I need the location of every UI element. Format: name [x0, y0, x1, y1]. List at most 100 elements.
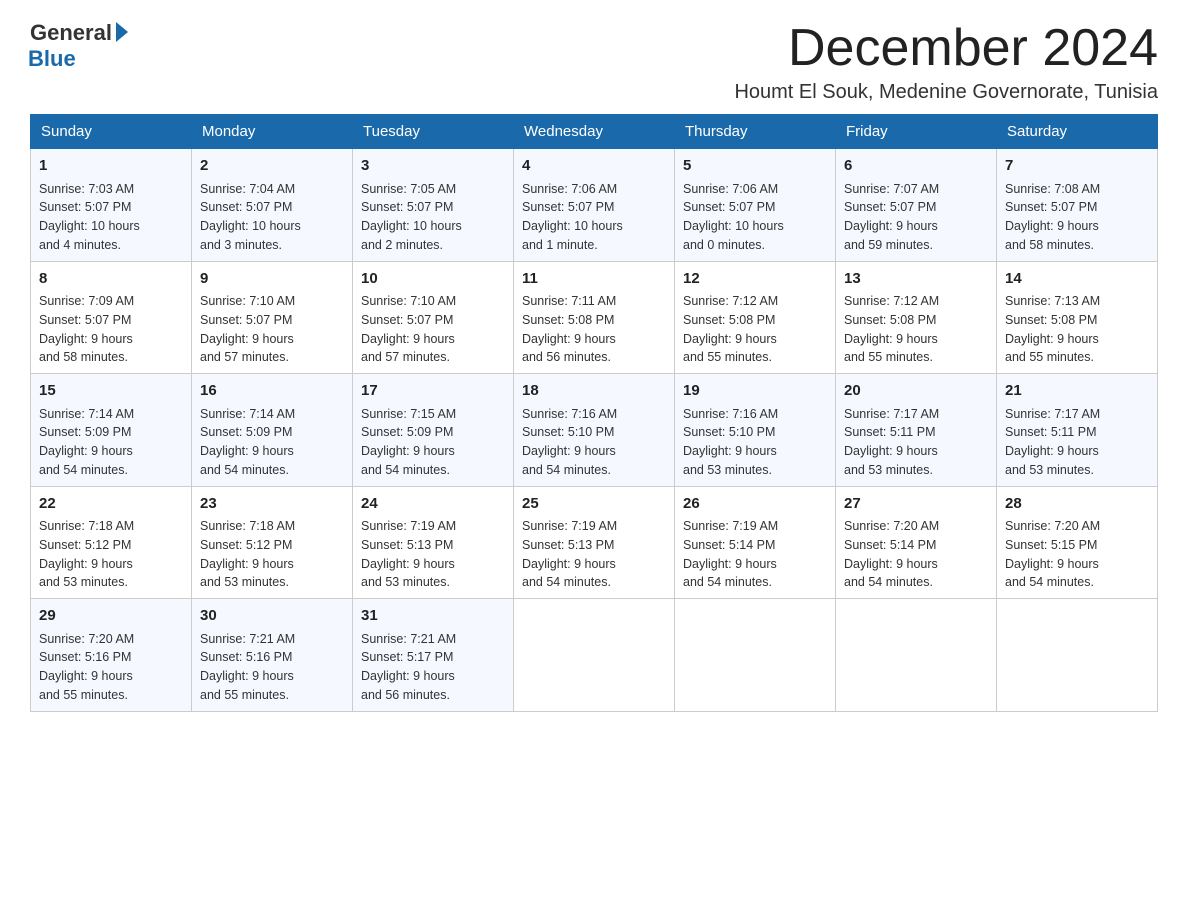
cell-info: Sunrise: 7:19 AM Sunset: 5:13 PM Dayligh…	[361, 517, 505, 592]
cell-info: Sunrise: 7:17 AM Sunset: 5:11 PM Dayligh…	[844, 405, 988, 480]
day-number: 18	[522, 380, 666, 403]
col-header-friday: Friday	[836, 115, 997, 149]
calendar-cell: 31Sunrise: 7:21 AM Sunset: 5:17 PM Dayli…	[353, 599, 514, 712]
calendar-cell: 15Sunrise: 7:14 AM Sunset: 5:09 PM Dayli…	[31, 374, 192, 487]
calendar-cell	[514, 599, 675, 712]
day-number: 6	[844, 155, 988, 178]
day-number: 9	[200, 268, 344, 291]
day-number: 22	[39, 493, 183, 516]
cell-info: Sunrise: 7:20 AM Sunset: 5:15 PM Dayligh…	[1005, 517, 1149, 592]
calendar-cell: 26Sunrise: 7:19 AM Sunset: 5:14 PM Dayli…	[675, 486, 836, 599]
cell-info: Sunrise: 7:20 AM Sunset: 5:16 PM Dayligh…	[39, 630, 183, 705]
logo-general-text: General	[30, 20, 112, 46]
calendar-cell: 10Sunrise: 7:10 AM Sunset: 5:07 PM Dayli…	[353, 261, 514, 374]
col-header-thursday: Thursday	[675, 115, 836, 149]
day-number: 5	[683, 155, 827, 178]
day-number: 30	[200, 605, 344, 628]
cell-info: Sunrise: 7:20 AM Sunset: 5:14 PM Dayligh…	[844, 517, 988, 592]
cell-info: Sunrise: 7:16 AM Sunset: 5:10 PM Dayligh…	[522, 405, 666, 480]
day-number: 31	[361, 605, 505, 628]
cell-info: Sunrise: 7:05 AM Sunset: 5:07 PM Dayligh…	[361, 180, 505, 255]
day-number: 15	[39, 380, 183, 403]
day-number: 10	[361, 268, 505, 291]
title-section: December 2024 Houmt El Souk, Medenine Go…	[734, 20, 1158, 104]
cell-info: Sunrise: 7:08 AM Sunset: 5:07 PM Dayligh…	[1005, 180, 1149, 255]
cell-info: Sunrise: 7:06 AM Sunset: 5:07 PM Dayligh…	[683, 180, 827, 255]
cell-info: Sunrise: 7:12 AM Sunset: 5:08 PM Dayligh…	[844, 292, 988, 367]
calendar-cell: 12Sunrise: 7:12 AM Sunset: 5:08 PM Dayli…	[675, 261, 836, 374]
calendar-cell: 4Sunrise: 7:06 AM Sunset: 5:07 PM Daylig…	[514, 149, 675, 262]
day-number: 17	[361, 380, 505, 403]
location-subtitle: Houmt El Souk, Medenine Governorate, Tun…	[734, 81, 1158, 104]
week-row-2: 8Sunrise: 7:09 AM Sunset: 5:07 PM Daylig…	[31, 261, 1158, 374]
page-header: General Blue December 2024 Houmt El Souk…	[30, 20, 1158, 104]
cell-info: Sunrise: 7:14 AM Sunset: 5:09 PM Dayligh…	[39, 405, 183, 480]
cell-info: Sunrise: 7:18 AM Sunset: 5:12 PM Dayligh…	[39, 517, 183, 592]
day-number: 16	[200, 380, 344, 403]
calendar-cell: 14Sunrise: 7:13 AM Sunset: 5:08 PM Dayli…	[997, 261, 1158, 374]
cell-info: Sunrise: 7:12 AM Sunset: 5:08 PM Dayligh…	[683, 292, 827, 367]
week-row-1: 1Sunrise: 7:03 AM Sunset: 5:07 PM Daylig…	[31, 149, 1158, 262]
cell-info: Sunrise: 7:18 AM Sunset: 5:12 PM Dayligh…	[200, 517, 344, 592]
day-number: 19	[683, 380, 827, 403]
day-number: 13	[844, 268, 988, 291]
calendar-cell: 17Sunrise: 7:15 AM Sunset: 5:09 PM Dayli…	[353, 374, 514, 487]
calendar-cell: 29Sunrise: 7:20 AM Sunset: 5:16 PM Dayli…	[31, 599, 192, 712]
cell-info: Sunrise: 7:21 AM Sunset: 5:16 PM Dayligh…	[200, 630, 344, 705]
cell-info: Sunrise: 7:21 AM Sunset: 5:17 PM Dayligh…	[361, 630, 505, 705]
cell-info: Sunrise: 7:03 AM Sunset: 5:07 PM Dayligh…	[39, 180, 183, 255]
month-year-title: December 2024	[734, 20, 1158, 77]
calendar-cell: 5Sunrise: 7:06 AM Sunset: 5:07 PM Daylig…	[675, 149, 836, 262]
day-number: 29	[39, 605, 183, 628]
calendar-cell: 7Sunrise: 7:08 AM Sunset: 5:07 PM Daylig…	[997, 149, 1158, 262]
col-header-sunday: Sunday	[31, 115, 192, 149]
calendar-header-row: SundayMondayTuesdayWednesdayThursdayFrid…	[31, 115, 1158, 149]
cell-info: Sunrise: 7:10 AM Sunset: 5:07 PM Dayligh…	[200, 292, 344, 367]
calendar-cell	[836, 599, 997, 712]
calendar-cell: 27Sunrise: 7:20 AM Sunset: 5:14 PM Dayli…	[836, 486, 997, 599]
calendar-cell: 1Sunrise: 7:03 AM Sunset: 5:07 PM Daylig…	[31, 149, 192, 262]
calendar-cell	[675, 599, 836, 712]
day-number: 28	[1005, 493, 1149, 516]
day-number: 26	[683, 493, 827, 516]
calendar-cell: 6Sunrise: 7:07 AM Sunset: 5:07 PM Daylig…	[836, 149, 997, 262]
calendar-cell: 20Sunrise: 7:17 AM Sunset: 5:11 PM Dayli…	[836, 374, 997, 487]
calendar-cell: 9Sunrise: 7:10 AM Sunset: 5:07 PM Daylig…	[192, 261, 353, 374]
day-number: 3	[361, 155, 505, 178]
week-row-4: 22Sunrise: 7:18 AM Sunset: 5:12 PM Dayli…	[31, 486, 1158, 599]
day-number: 4	[522, 155, 666, 178]
cell-info: Sunrise: 7:10 AM Sunset: 5:07 PM Dayligh…	[361, 292, 505, 367]
calendar-cell: 16Sunrise: 7:14 AM Sunset: 5:09 PM Dayli…	[192, 374, 353, 487]
cell-info: Sunrise: 7:06 AM Sunset: 5:07 PM Dayligh…	[522, 180, 666, 255]
cell-info: Sunrise: 7:14 AM Sunset: 5:09 PM Dayligh…	[200, 405, 344, 480]
cell-info: Sunrise: 7:13 AM Sunset: 5:08 PM Dayligh…	[1005, 292, 1149, 367]
logo: General Blue	[30, 20, 128, 72]
calendar-cell: 23Sunrise: 7:18 AM Sunset: 5:12 PM Dayli…	[192, 486, 353, 599]
day-number: 1	[39, 155, 183, 178]
day-number: 14	[1005, 268, 1149, 291]
cell-info: Sunrise: 7:09 AM Sunset: 5:07 PM Dayligh…	[39, 292, 183, 367]
logo-blue-text: Blue	[28, 46, 76, 72]
day-number: 21	[1005, 380, 1149, 403]
day-number: 11	[522, 268, 666, 291]
day-number: 24	[361, 493, 505, 516]
cell-info: Sunrise: 7:16 AM Sunset: 5:10 PM Dayligh…	[683, 405, 827, 480]
day-number: 12	[683, 268, 827, 291]
cell-info: Sunrise: 7:15 AM Sunset: 5:09 PM Dayligh…	[361, 405, 505, 480]
week-row-5: 29Sunrise: 7:20 AM Sunset: 5:16 PM Dayli…	[31, 599, 1158, 712]
cell-info: Sunrise: 7:19 AM Sunset: 5:13 PM Dayligh…	[522, 517, 666, 592]
day-number: 7	[1005, 155, 1149, 178]
calendar-cell: 21Sunrise: 7:17 AM Sunset: 5:11 PM Dayli…	[997, 374, 1158, 487]
calendar-cell: 2Sunrise: 7:04 AM Sunset: 5:07 PM Daylig…	[192, 149, 353, 262]
cell-info: Sunrise: 7:07 AM Sunset: 5:07 PM Dayligh…	[844, 180, 988, 255]
calendar-cell: 18Sunrise: 7:16 AM Sunset: 5:10 PM Dayli…	[514, 374, 675, 487]
day-number: 20	[844, 380, 988, 403]
cell-info: Sunrise: 7:19 AM Sunset: 5:14 PM Dayligh…	[683, 517, 827, 592]
logo-arrow-icon	[116, 22, 128, 42]
calendar-cell: 19Sunrise: 7:16 AM Sunset: 5:10 PM Dayli…	[675, 374, 836, 487]
calendar-cell: 28Sunrise: 7:20 AM Sunset: 5:15 PM Dayli…	[997, 486, 1158, 599]
col-header-wednesday: Wednesday	[514, 115, 675, 149]
calendar-cell: 24Sunrise: 7:19 AM Sunset: 5:13 PM Dayli…	[353, 486, 514, 599]
week-row-3: 15Sunrise: 7:14 AM Sunset: 5:09 PM Dayli…	[31, 374, 1158, 487]
day-number: 23	[200, 493, 344, 516]
